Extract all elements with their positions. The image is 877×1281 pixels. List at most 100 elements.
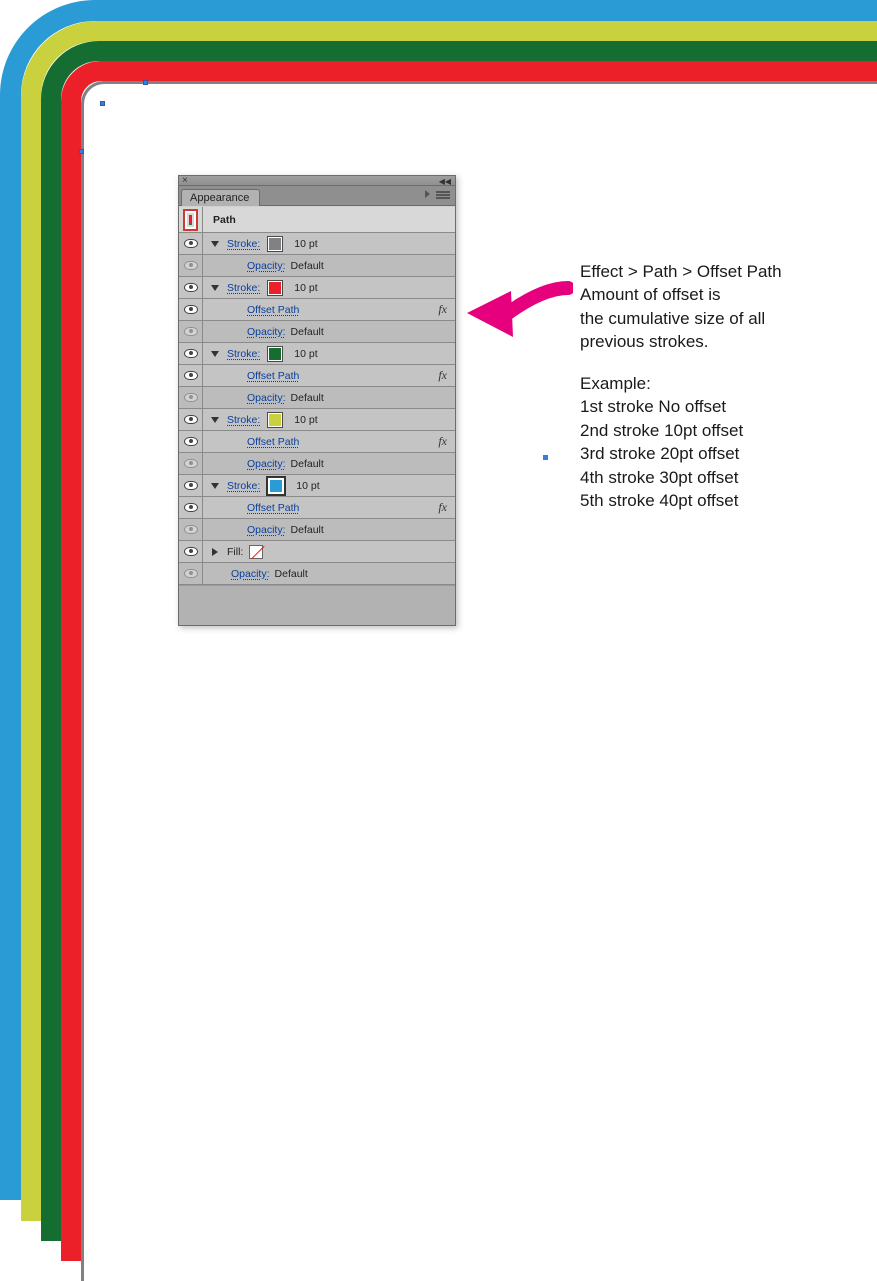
visibility-toggle[interactable] (179, 255, 203, 276)
fill-swatch-none[interactable] (249, 545, 263, 559)
chevron-right-icon (212, 548, 218, 556)
stroke-swatch-yellow[interactable] (268, 413, 282, 427)
stroke-weight[interactable]: 10 pt (294, 238, 317, 250)
visibility-toggle[interactable] (179, 563, 203, 584)
opacity-row[interactable]: Opacity: Default (179, 387, 455, 409)
eye-icon (184, 371, 198, 380)
offset-path-link[interactable]: Offset Path (247, 436, 299, 448)
opacity-link[interactable]: Opacity: (231, 568, 270, 580)
panel-menu-icon[interactable] (436, 189, 450, 201)
stroke-weight[interactable]: 10 pt (294, 414, 317, 426)
disclosure-toggle[interactable] (203, 233, 227, 254)
anno-line: Amount of offset is (580, 285, 720, 304)
chevron-down-icon (211, 417, 219, 423)
disclosure-toggle[interactable] (203, 277, 227, 298)
close-icon[interactable]: × (182, 175, 188, 186)
opacity-row[interactable]: Opacity: Default (179, 519, 455, 541)
stroke-weight[interactable]: 10 pt (294, 282, 317, 294)
opacity-value: Default (275, 568, 308, 580)
visibility-toggle[interactable] (179, 541, 203, 562)
offset-path-link[interactable]: Offset Path (247, 370, 299, 382)
fx-icon[interactable]: fx (438, 500, 447, 515)
visibility-toggle[interactable] (179, 299, 203, 320)
panel-tabbar: Appearance (179, 186, 455, 206)
eye-icon (184, 239, 198, 248)
stroke-link[interactable]: Stroke: (227, 414, 260, 426)
opacity-link[interactable]: Opacity: (247, 458, 286, 470)
stroke-row-1[interactable]: Stroke: 10 pt (179, 233, 455, 255)
visibility-toggle[interactable] (179, 321, 203, 342)
annotation-text: Effect > Path > Offset Path Amount of of… (580, 260, 782, 531)
visibility-toggle[interactable] (179, 233, 203, 254)
opacity-row[interactable]: Opacity: Default (179, 321, 455, 343)
fx-icon[interactable]: fx (438, 434, 447, 449)
visibility-toggle[interactable] (179, 277, 203, 298)
header-thumbnail (179, 207, 203, 232)
selection-handle[interactable] (100, 101, 105, 106)
offset-path-link[interactable]: Offset Path (247, 502, 299, 514)
eye-icon (184, 481, 198, 490)
offset-path-row[interactable]: Offset Path fx (179, 497, 455, 519)
stroke-row-4[interactable]: Stroke: 10 pt (179, 409, 455, 431)
visibility-toggle[interactable] (179, 409, 203, 430)
stroke-link[interactable]: Stroke: (227, 480, 260, 492)
panel-titlebar[interactable]: × ◀◀ (179, 176, 455, 186)
anno-line: 4th stroke 30pt offset (580, 468, 738, 487)
stroke-swatch-blue[interactable] (268, 478, 284, 494)
disclosure-toggle[interactable] (203, 343, 227, 364)
opacity-link[interactable]: Opacity: (247, 326, 286, 338)
anno-line: previous strokes. (580, 332, 709, 351)
stroke-link[interactable]: Stroke: (227, 282, 260, 294)
eye-icon (184, 547, 198, 556)
stroke-swatch-green[interactable] (268, 347, 282, 361)
visibility-toggle[interactable] (179, 453, 203, 474)
opacity-value: Default (291, 260, 324, 272)
visibility-toggle[interactable] (179, 497, 203, 518)
stroke-weight[interactable]: 10 pt (294, 348, 317, 360)
anno-line: 2nd stroke 10pt offset (580, 421, 743, 440)
visibility-toggle[interactable] (179, 519, 203, 540)
opacity-row[interactable]: Opacity: Default (179, 453, 455, 475)
opacity-row[interactable]: Opacity: Default (179, 563, 455, 585)
visibility-toggle[interactable] (179, 343, 203, 364)
chevron-down-icon (211, 351, 219, 357)
opacity-link[interactable]: Opacity: (247, 524, 286, 536)
disclosure-toggle[interactable] (203, 409, 227, 430)
fx-icon[interactable]: fx (438, 368, 447, 383)
stroke-link[interactable]: Stroke: (227, 348, 260, 360)
visibility-toggle[interactable] (179, 475, 203, 496)
visibility-toggle[interactable] (179, 387, 203, 408)
visibility-toggle[interactable] (179, 431, 203, 452)
selection-thumbnail-icon (185, 211, 196, 229)
eye-icon (184, 569, 198, 578)
selection-handle[interactable] (79, 149, 84, 154)
fill-row[interactable]: Fill: (179, 541, 455, 563)
opacity-value: Default (291, 524, 324, 536)
opacity-link[interactable]: Opacity: (247, 260, 286, 272)
eye-icon (184, 437, 198, 446)
disclosure-toggle[interactable] (203, 541, 227, 562)
offset-path-row[interactable]: Offset Path fx (179, 299, 455, 321)
stroke-weight[interactable]: 10 pt (296, 480, 319, 492)
stroke-swatch-grey[interactable] (268, 237, 282, 251)
appearance-panel[interactable]: × ◀◀ Appearance Path Stroke: 10 pt Opaci… (178, 175, 456, 626)
offset-path-row[interactable]: Offset Path fx (179, 431, 455, 453)
disclosure-toggle[interactable] (203, 475, 227, 496)
offset-path-row[interactable]: Offset Path fx (179, 365, 455, 387)
offset-path-link[interactable]: Offset Path (247, 304, 299, 316)
selection-handle[interactable] (143, 80, 148, 85)
stroke-row-2[interactable]: Stroke: 10 pt (179, 277, 455, 299)
opacity-row[interactable]: Opacity: Default (179, 255, 455, 277)
anchor-point[interactable] (543, 455, 548, 460)
opacity-link[interactable]: Opacity: (247, 392, 286, 404)
tab-appearance[interactable]: Appearance (181, 189, 260, 206)
stroke-row-5[interactable]: Stroke: 10 pt (179, 475, 455, 497)
stroke-link[interactable]: Stroke: (227, 238, 260, 250)
visibility-toggle[interactable] (179, 365, 203, 386)
object-type-row[interactable]: Path (179, 207, 455, 233)
fx-icon[interactable]: fx (438, 302, 447, 317)
anno-line: 3rd stroke 20pt offset (580, 444, 739, 463)
collapse-icon[interactable]: ◀◀ (439, 177, 451, 186)
stroke-row-3[interactable]: Stroke: 10 pt (179, 343, 455, 365)
stroke-swatch-red[interactable] (268, 281, 282, 295)
